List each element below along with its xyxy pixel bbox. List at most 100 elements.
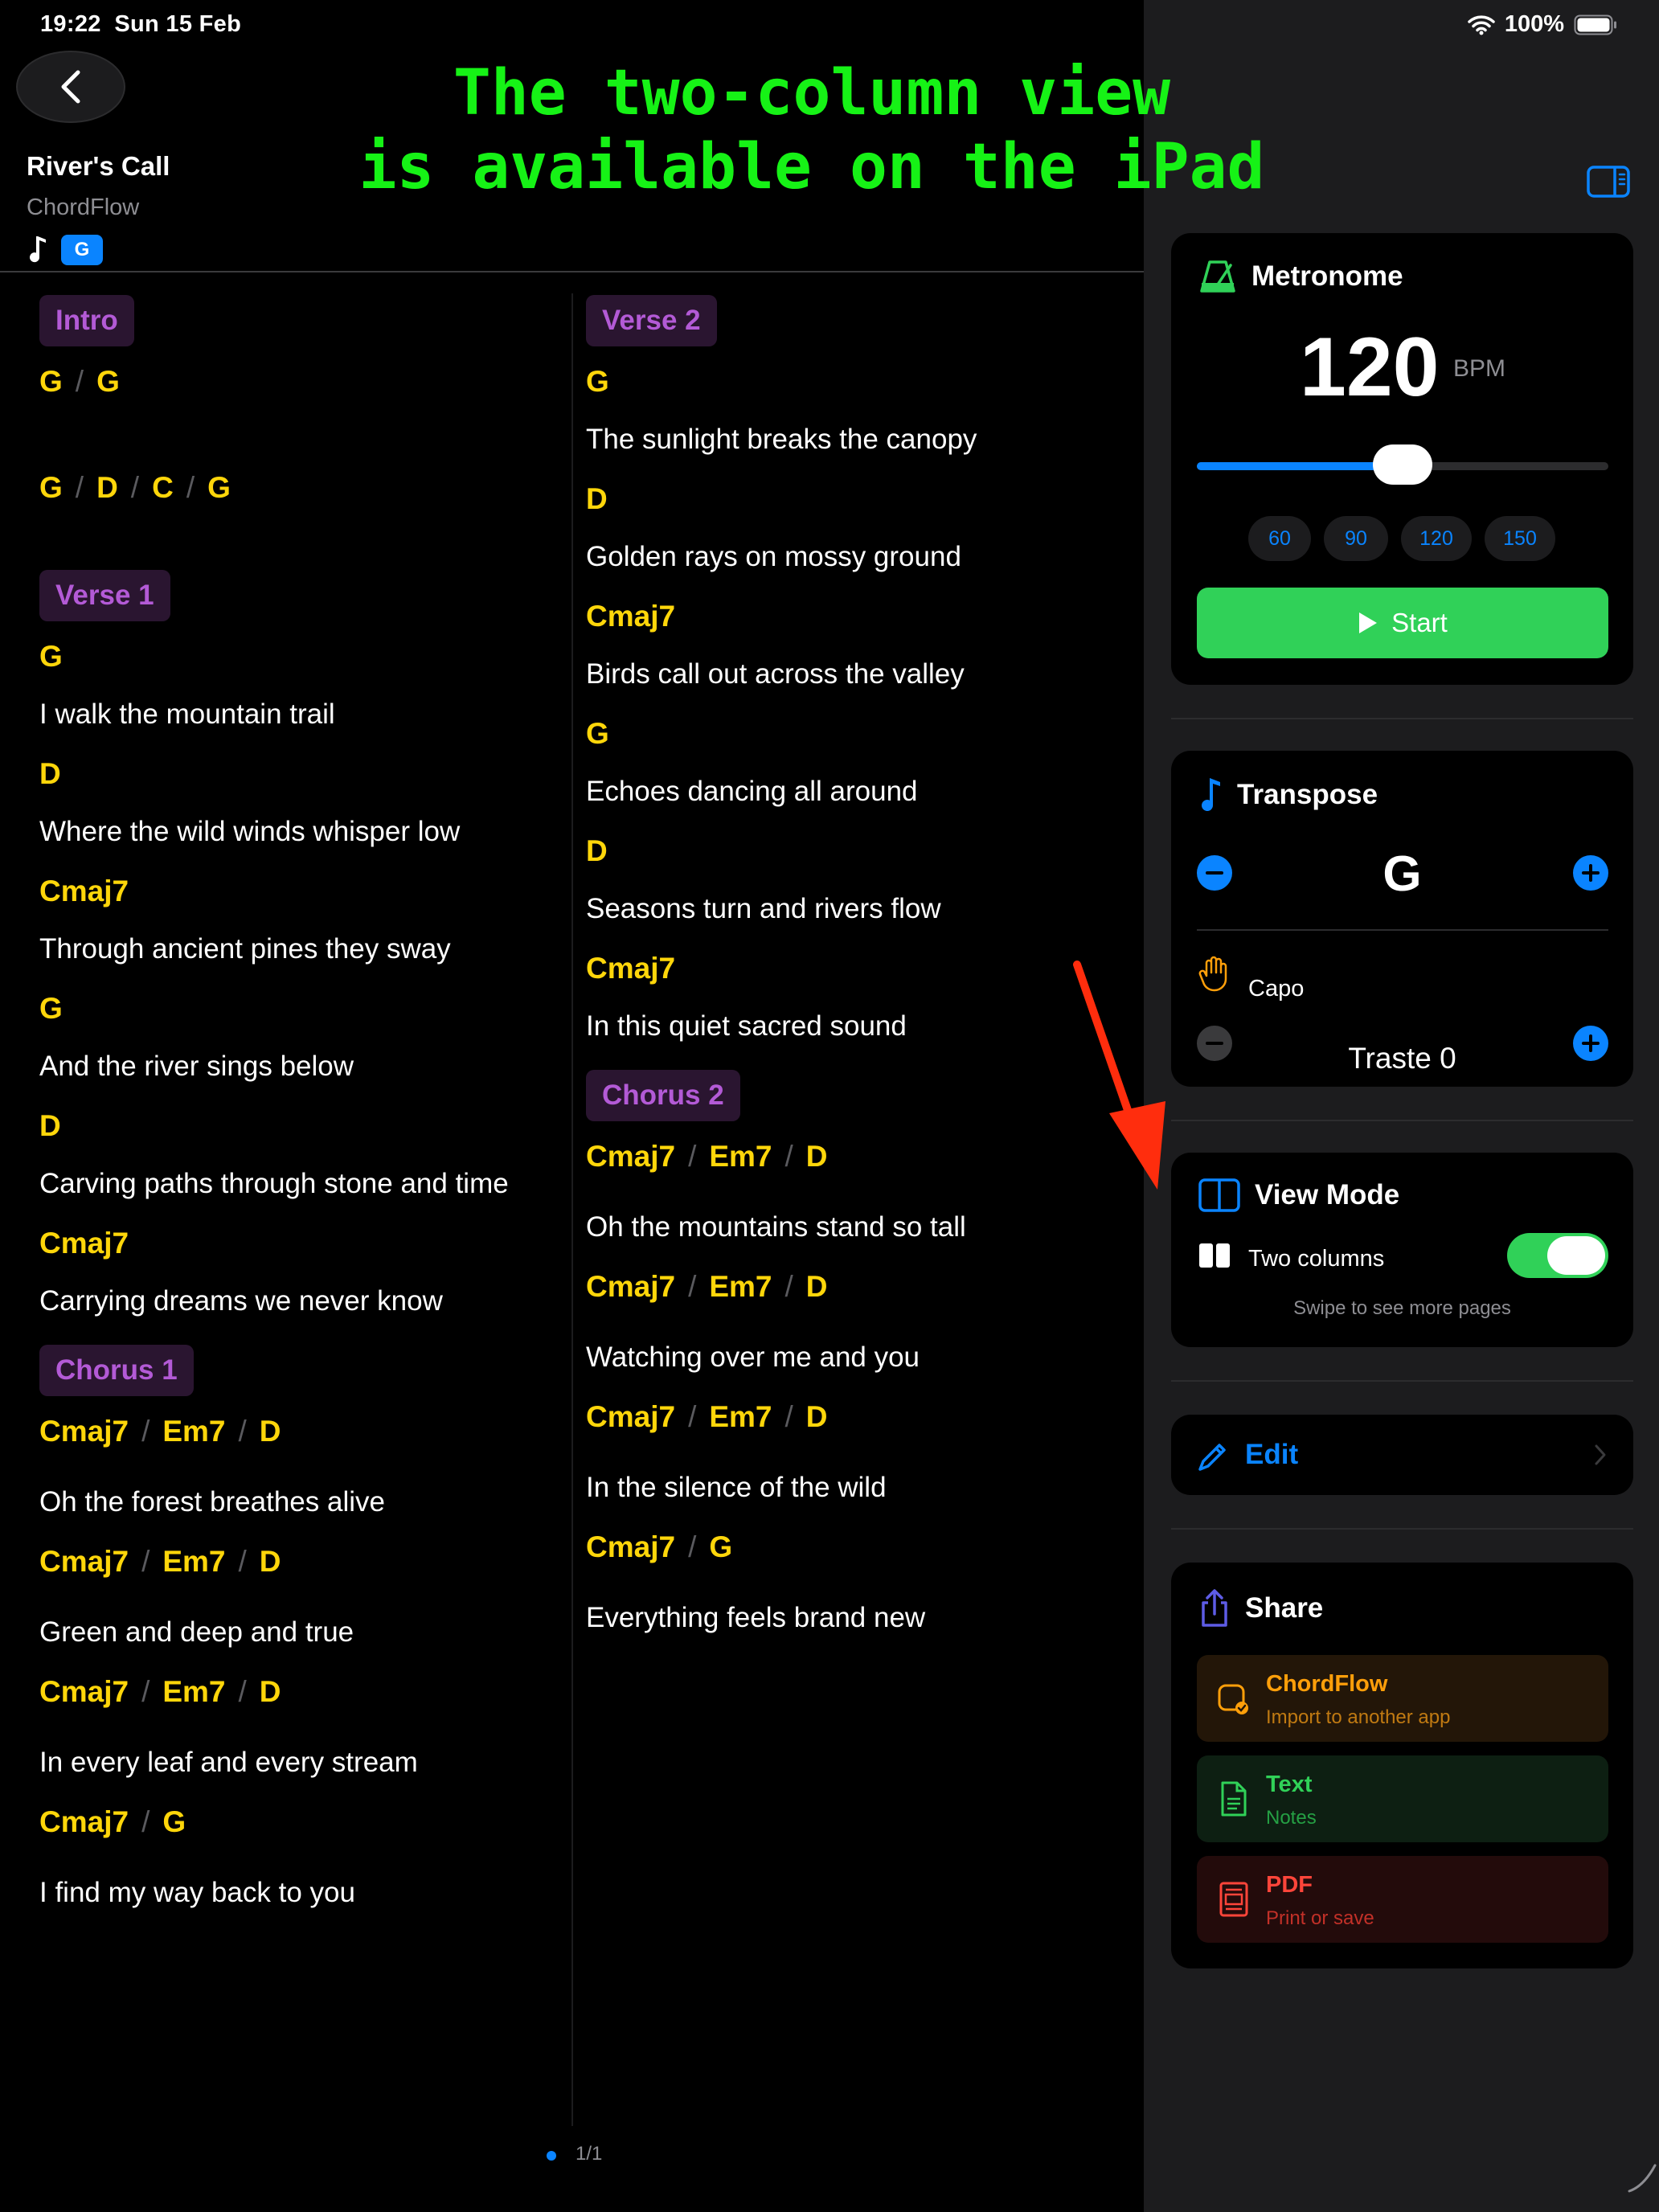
start-label: Start	[1391, 608, 1448, 637]
preset-150-button[interactable]: 150	[1485, 516, 1555, 561]
bpm-unit: BPM	[1453, 355, 1506, 382]
two-columns-icon	[1199, 1243, 1230, 1268]
lyric-line: Carving paths through stone and time	[39, 1168, 509, 1199]
lyric-line: Carrying dreams we never know	[39, 1285, 443, 1317]
chord-line: D	[586, 834, 608, 867]
document-icon	[1221, 1781, 1247, 1817]
chevron-right-icon	[1595, 1444, 1606, 1465]
back-button[interactable]	[16, 51, 125, 123]
share-icon	[1202, 1589, 1227, 1627]
section-label-intro: Intro	[39, 295, 134, 346]
panel-divider	[1171, 1120, 1633, 1121]
lyric-line: Green and deep and true	[39, 1616, 354, 1648]
song-title: River's Call	[27, 151, 170, 181]
header-divider	[0, 271, 1144, 272]
plus-icon	[1582, 864, 1600, 882]
share-header: Share	[1198, 1588, 1323, 1628]
chord: C	[152, 471, 174, 504]
capo-label: Capo	[1248, 976, 1305, 1002]
share-chordflow-button[interactable]: ChordFlow Import to another app	[1197, 1655, 1608, 1742]
swipe-hint: Swipe to see more pages	[1293, 1297, 1511, 1319]
page-indicator-label: 1/1	[576, 2143, 603, 2165]
toggle-knob	[1547, 1236, 1605, 1275]
metronome-icon	[1200, 260, 1235, 293]
start-button[interactable]: Start	[1197, 588, 1608, 658]
share-chordflow-title: ChordFlow	[1266, 1671, 1388, 1697]
transpose-card: Transpose G Capo Traste 0	[1171, 751, 1633, 1087]
chord: G	[39, 365, 63, 398]
share-pdf-title: PDF	[1266, 1872, 1313, 1898]
chord: G	[39, 471, 63, 504]
side-panel: 100% Metronome 120 BPM 60 90 120 150 Sta…	[1144, 0, 1659, 2212]
preset-60-button[interactable]: 60	[1248, 516, 1311, 561]
share-chordflow-subtitle: Import to another app	[1266, 1706, 1451, 1728]
view-mode-card: View Mode Two columns Swipe to see more …	[1171, 1153, 1633, 1347]
lyric-line: Oh the mountains stand so tall	[586, 1211, 966, 1243]
chord-line: Cmaj7	[39, 1227, 129, 1260]
share-pdf-button[interactable]: PDF Print or save	[1197, 1856, 1608, 1943]
share-text-button[interactable]: Text Notes	[1197, 1755, 1608, 1842]
chord: D	[96, 471, 118, 504]
lyric-line: The sunlight breaks the canopy	[586, 424, 977, 455]
page-indicator-dot[interactable]	[547, 2151, 556, 2161]
chord: G	[96, 365, 120, 398]
status-indicators: 100%	[1468, 11, 1617, 38]
share-card: Share ChordFlow Import to another app Te…	[1171, 1563, 1633, 1968]
chord-line: G / G	[39, 365, 120, 398]
lyric-line: In the silence of the wild	[586, 1472, 887, 1503]
section-label-chorus-2: Chorus 2	[586, 1070, 740, 1121]
lyric-line: Birds call out across the valley	[586, 658, 965, 690]
chord-line: Cmaj7/Em7/D	[39, 1415, 281, 1448]
lyric-line: Oh the forest breathes alive	[39, 1486, 385, 1518]
chord-line: Cmaj7/G	[586, 1530, 733, 1563]
panel-divider	[1171, 718, 1633, 719]
panel-divider	[1171, 1380, 1633, 1382]
chord-line: Cmaj7/Em7/D	[586, 1270, 828, 1303]
share-text-subtitle: Notes	[1266, 1807, 1317, 1829]
chord-line: G	[39, 640, 63, 673]
bpm-slider[interactable]	[1197, 444, 1608, 485]
bpm-slider-thumb[interactable]	[1373, 444, 1432, 485]
key-badge[interactable]: G	[61, 235, 103, 265]
section-label-verse-1: Verse 1	[39, 570, 170, 621]
share-pdf-subtitle: Print or save	[1266, 1907, 1374, 1929]
bpm-slider-fill	[1197, 462, 1403, 470]
capo-up-button[interactable]	[1573, 1026, 1608, 1061]
metronome-title: Metronome	[1251, 260, 1403, 292]
song-column-1: Intro G / G G / D / C / G Verse 1 G I walk the m…	[39, 293, 554, 1917]
hand-icon	[1198, 956, 1227, 992]
chord-line: Cmaj7	[39, 875, 129, 907]
preset-90-button[interactable]: 90	[1324, 516, 1388, 561]
lyric-line: I walk the mountain trail	[39, 698, 335, 730]
promo-caption-line-1: The two-column view	[453, 57, 1171, 129]
edit-label: Edit	[1245, 1439, 1299, 1470]
lyric-line: Golden rays on mossy ground	[586, 541, 961, 572]
chord-line: G	[586, 717, 609, 750]
chord-line: Cmaj7	[586, 600, 676, 633]
edit-row[interactable]: Edit	[1171, 1415, 1633, 1495]
transpose-header: Transpose	[1198, 776, 1378, 813]
lyric-line: Everything feels brand new	[586, 1602, 926, 1633]
status-time: 19:22	[40, 11, 101, 37]
song-column-2: Verse 2 G The sunlight breaks the canopy…	[586, 293, 1116, 1642]
chevron-left-icon	[61, 70, 80, 104]
chord-line: D	[39, 757, 61, 790]
sidebar-toggle-icon[interactable]	[1586, 165, 1631, 199]
red-arrow-annotation	[1073, 961, 1165, 1190]
music-note-icon	[30, 236, 46, 263]
preset-120-button[interactable]: 120	[1401, 516, 1472, 561]
lyric-line: In every leaf and every stream	[39, 1747, 418, 1778]
song-artist: ChordFlow	[27, 195, 140, 220]
lyric-line: Seasons turn and rivers flow	[586, 893, 941, 924]
chordflow-app-icon	[1218, 1684, 1248, 1714]
chord-line: G	[39, 992, 63, 1025]
two-columns-toggle[interactable]	[1507, 1233, 1608, 1278]
promo-caption-line-2: is available on the iPad	[358, 131, 1265, 203]
transpose-key: G	[1382, 846, 1422, 902]
transpose-up-button[interactable]	[1573, 855, 1608, 891]
song-pane: 19:22 Sun 15 Feb River's Call ChordFlow …	[0, 0, 1144, 2212]
lyric-line: Through ancient pines they sway	[39, 933, 451, 965]
plus-icon	[1582, 1034, 1600, 1052]
view-mode-title: View Mode	[1255, 1179, 1400, 1210]
capo-value: Traste 0	[1348, 1042, 1456, 1075]
